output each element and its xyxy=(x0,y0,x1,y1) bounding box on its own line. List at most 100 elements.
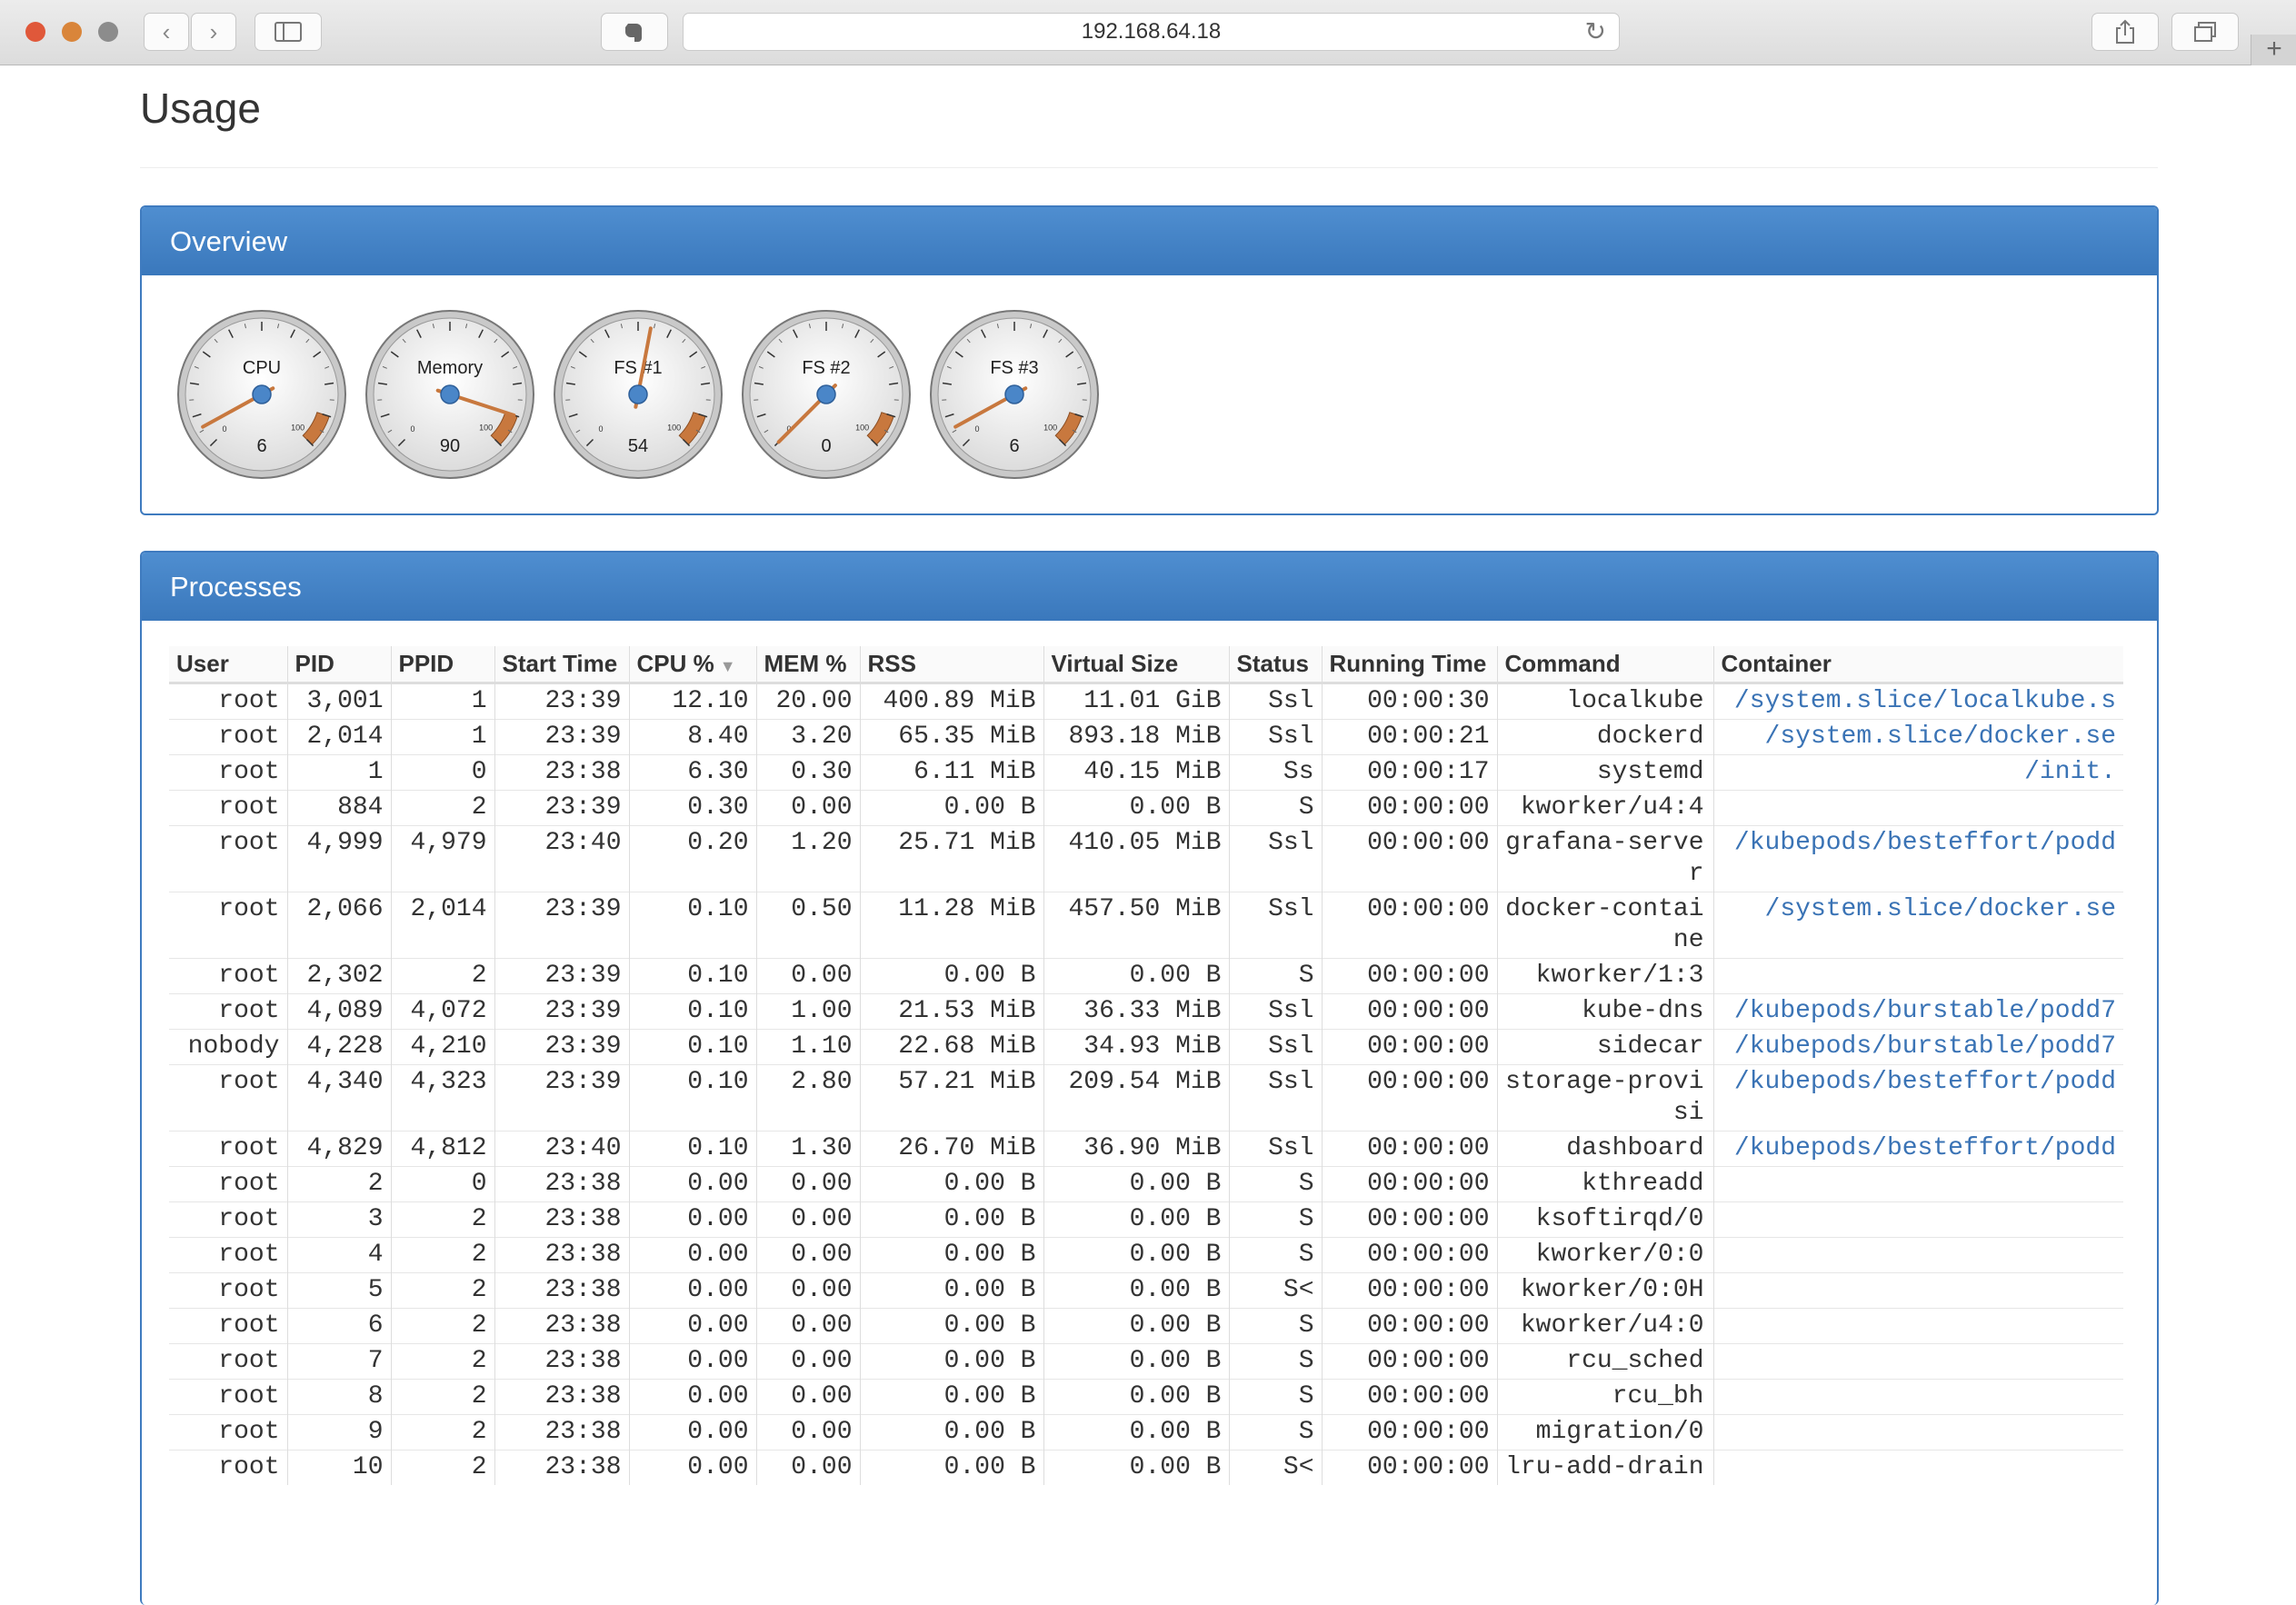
cell-rss: 6.11 MiB xyxy=(860,754,1043,790)
tabs-overview-button[interactable] xyxy=(2171,13,2239,51)
cell-status: Ssl xyxy=(1229,825,1322,892)
cell-command: sidecar xyxy=(1497,1029,1713,1064)
cell-pid: 2,014 xyxy=(287,719,391,754)
cell-start-time: 23:39 xyxy=(494,1064,629,1131)
cell-rss: 0.00 B xyxy=(860,958,1043,993)
column-header-pid[interactable]: PID xyxy=(287,646,391,683)
sort-descending-icon[interactable]: ▼ xyxy=(720,657,736,675)
cell-status: S xyxy=(1229,1414,1322,1450)
table-row: root4223:380.000.000.00 B0.00 BS00:00:00… xyxy=(169,1237,2123,1272)
column-header-label: MEM % xyxy=(764,650,847,677)
cell-user: root xyxy=(169,1201,287,1237)
cell-cpu: 0.00 xyxy=(629,1201,756,1237)
tabs-icon xyxy=(2193,22,2217,44)
cell-running-time: 00:00:30 xyxy=(1322,683,1497,719)
close-window-button[interactable] xyxy=(25,22,45,42)
column-header-status[interactable]: Status xyxy=(1229,646,1322,683)
cell-container[interactable]: /kubepods/besteffort/podd xyxy=(1713,1064,2123,1131)
cell-cpu: 0.00 xyxy=(629,1414,756,1450)
cell-cpu: 0.10 xyxy=(629,1029,756,1064)
cell-pid: 9 xyxy=(287,1414,391,1450)
cell-command: grafana-server xyxy=(1497,825,1713,892)
cell-mem: 20.00 xyxy=(756,683,860,719)
cell-container[interactable]: /system.slice/docker.se xyxy=(1713,719,2123,754)
cell-mem: 3.20 xyxy=(756,719,860,754)
cell-rss: 0.00 B xyxy=(860,1450,1043,1485)
minimize-window-button[interactable] xyxy=(62,22,82,42)
column-header-ppid[interactable]: PPID xyxy=(391,646,494,683)
cell-command: kworker/1:3 xyxy=(1497,958,1713,993)
cell-running-time: 00:00:00 xyxy=(1322,1272,1497,1308)
cell-pid: 3 xyxy=(287,1201,391,1237)
cell-container[interactable]: /kubepods/besteffort/podd xyxy=(1713,1131,2123,1166)
cell-container[interactable]: /kubepods/burstable/podd7 xyxy=(1713,1029,2123,1064)
gauge-value: 54 xyxy=(628,436,648,456)
cell-rss: 57.21 MiB xyxy=(860,1064,1043,1131)
cell-pid: 4 xyxy=(287,1237,391,1272)
table-row: root4,9994,97923:400.201.2025.71 MiB410.… xyxy=(169,825,2123,892)
cell-container[interactable]: /kubepods/besteffort/podd xyxy=(1713,825,2123,892)
forward-button[interactable]: › xyxy=(191,13,236,51)
share-button[interactable] xyxy=(2091,13,2159,51)
cell-virtual-size: 0.00 B xyxy=(1043,1343,1229,1379)
cell-container xyxy=(1713,790,2123,825)
cell-mem: 0.50 xyxy=(756,892,860,958)
cell-start-time: 23:38 xyxy=(494,1414,629,1450)
column-header-cpu[interactable]: CPU %▼ xyxy=(629,646,756,683)
cell-start-time: 23:39 xyxy=(494,719,629,754)
sidebar-toggle-button[interactable] xyxy=(255,13,322,51)
zoom-window-button[interactable] xyxy=(98,22,118,42)
evernote-extension-button[interactable] xyxy=(601,13,668,51)
cell-mem: 0.00 xyxy=(756,1237,860,1272)
elephant-icon xyxy=(624,20,645,44)
cell-container[interactable]: /kubepods/burstable/podd7 xyxy=(1713,993,2123,1029)
gauge-label: FS #3 xyxy=(990,358,1038,378)
cell-ppid: 2 xyxy=(391,1343,494,1379)
table-row: root884223:390.300.000.00 B0.00 BS00:00:… xyxy=(169,790,2123,825)
cell-container[interactable]: /system.slice/localkube.s xyxy=(1713,683,2123,719)
cell-status: Ssl xyxy=(1229,892,1322,958)
reload-icon[interactable]: ↻ xyxy=(1585,14,1606,50)
cell-pid: 884 xyxy=(287,790,391,825)
cell-running-time: 00:00:00 xyxy=(1322,1237,1497,1272)
cell-ppid: 1 xyxy=(391,683,494,719)
cell-pid: 5 xyxy=(287,1272,391,1308)
cell-command: kthreadd xyxy=(1497,1166,1713,1201)
column-header-rss[interactable]: RSS xyxy=(860,646,1043,683)
column-header-start-time[interactable]: Start Time xyxy=(494,646,629,683)
cell-start-time: 23:38 xyxy=(494,1343,629,1379)
back-button[interactable]: ‹ xyxy=(144,13,189,51)
column-header-container[interactable]: Container xyxy=(1713,646,2123,683)
column-header-user[interactable]: User xyxy=(169,646,287,683)
cell-container[interactable]: /system.slice/docker.se xyxy=(1713,892,2123,958)
new-tab-button[interactable]: + xyxy=(2251,35,2296,65)
cell-start-time: 23:39 xyxy=(494,958,629,993)
address-bar[interactable]: 192.168.64.18 ↻ xyxy=(683,13,1620,51)
column-header-mem[interactable]: MEM % xyxy=(756,646,860,683)
cell-virtual-size: 40.15 MiB xyxy=(1043,754,1229,790)
cell-virtual-size: 36.33 MiB xyxy=(1043,993,1229,1029)
cell-start-time: 23:39 xyxy=(494,790,629,825)
cell-virtual-size: 34.93 MiB xyxy=(1043,1029,1229,1064)
cell-user: root xyxy=(169,1272,287,1308)
column-header-virtual-size[interactable]: Virtual Size xyxy=(1043,646,1229,683)
cell-status: S< xyxy=(1229,1450,1322,1485)
cell-command: kworker/u4:0 xyxy=(1497,1308,1713,1343)
gauge-scale-max: 100 xyxy=(1043,424,1057,433)
cell-mem: 0.00 xyxy=(756,1343,860,1379)
cell-ppid: 0 xyxy=(391,1166,494,1201)
gauge-scale-max: 100 xyxy=(291,424,304,433)
share-icon xyxy=(2115,19,2135,45)
cell-start-time: 23:38 xyxy=(494,1166,629,1201)
table-row: root2,0662,01423:390.100.5011.28 MiB457.… xyxy=(169,892,2123,958)
cell-rss: 25.71 MiB xyxy=(860,825,1043,892)
cell-running-time: 00:00:00 xyxy=(1322,790,1497,825)
column-header-running-time[interactable]: Running Time xyxy=(1322,646,1497,683)
cell-virtual-size: 11.01 GiB xyxy=(1043,683,1229,719)
cell-user: root xyxy=(169,993,287,1029)
cell-container[interactable]: /init. xyxy=(1713,754,2123,790)
column-header-command[interactable]: Command xyxy=(1497,646,1713,683)
cell-mem: 0.30 xyxy=(756,754,860,790)
table-header-row: UserPIDPPIDStart TimeCPU %▼ MEM % RSSVirtu… xyxy=(169,646,2123,683)
gauge-label: CPU xyxy=(243,358,281,378)
